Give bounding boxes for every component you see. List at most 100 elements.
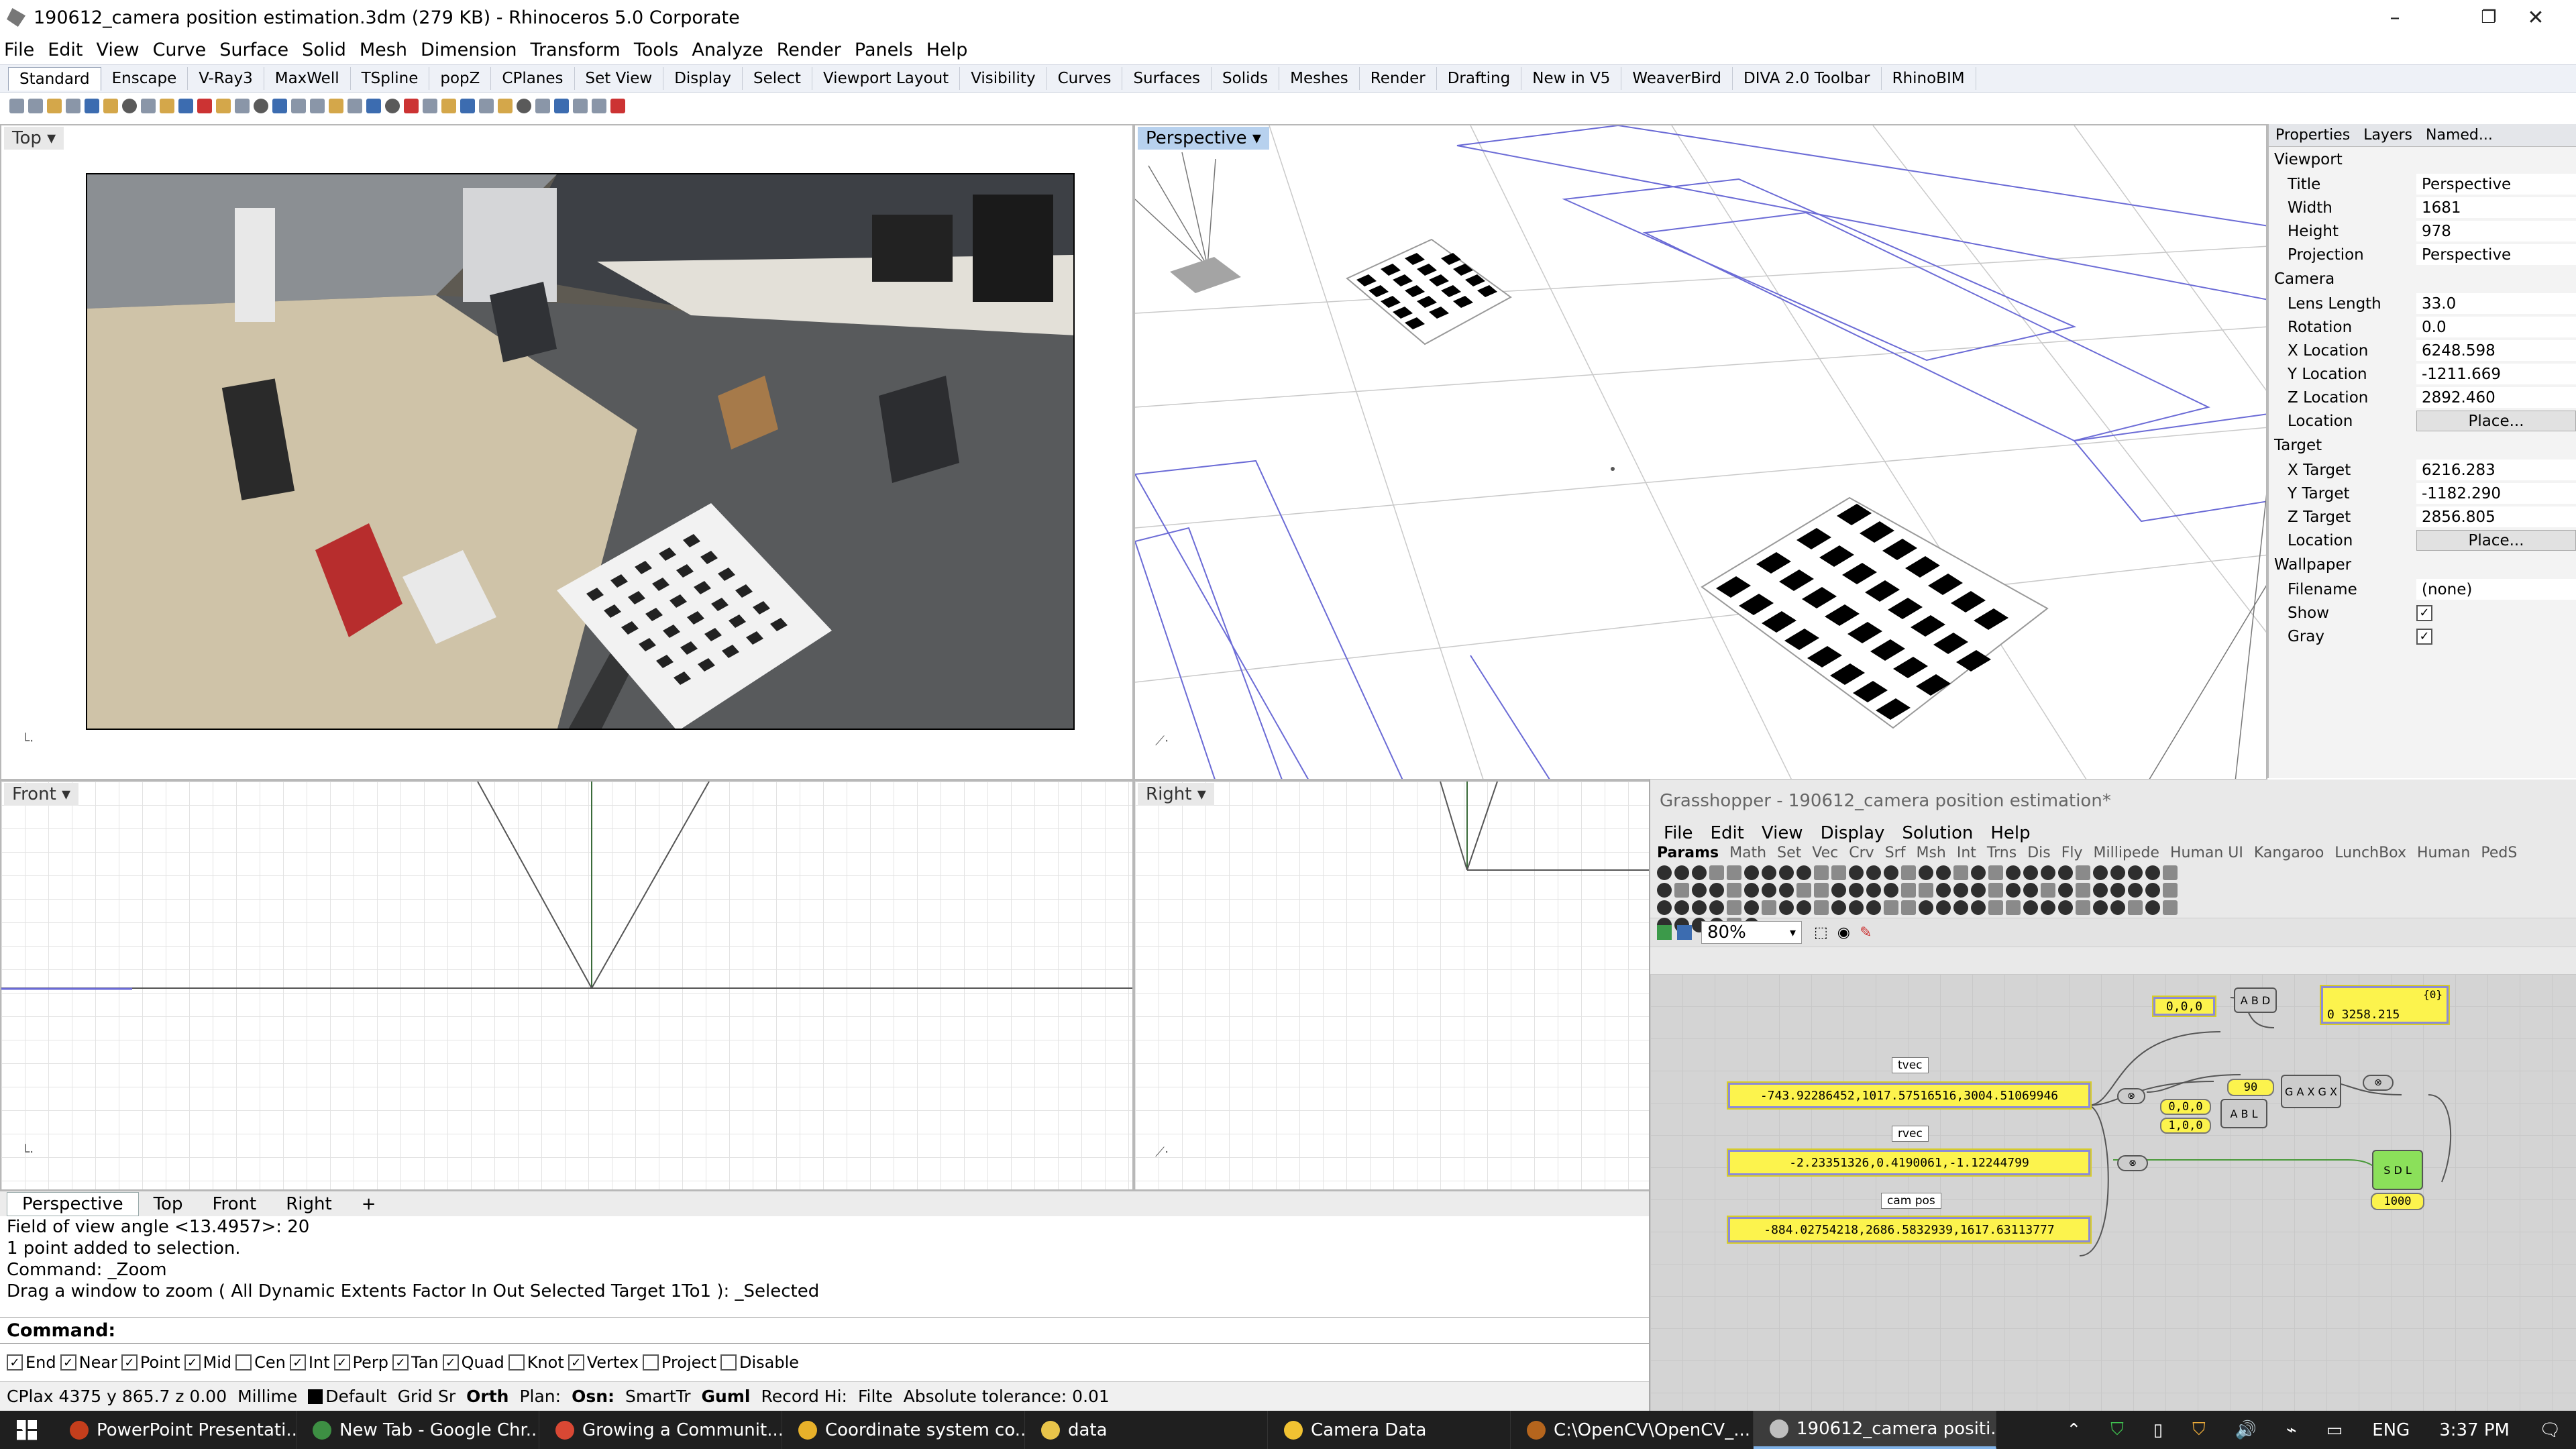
network-icon[interactable]: ⌁ bbox=[2286, 1420, 2297, 1440]
light-icon[interactable] bbox=[554, 99, 569, 113]
cut-icon[interactable] bbox=[103, 99, 118, 113]
gh-component-icon[interactable] bbox=[1901, 865, 1916, 880]
gh-component-icon[interactable] bbox=[2006, 865, 2021, 880]
minimize-button[interactable]: – bbox=[2348, 0, 2442, 35]
gh-component-icon[interactable] bbox=[2163, 900, 2178, 915]
osnap-int[interactable]: ✓ Int bbox=[289, 1353, 330, 1372]
camera-place-button[interactable]: Place... bbox=[2416, 411, 2576, 431]
point-000-panel[interactable]: 0,0,0 bbox=[2160, 1099, 2211, 1115]
gh-component-icon[interactable] bbox=[1849, 883, 1864, 898]
taskbar-item[interactable]: Coordinate system co... bbox=[782, 1411, 1025, 1449]
x-location-input[interactable]: 6248.598 bbox=[2416, 340, 2576, 361]
checkbox-icon[interactable] bbox=[642, 1354, 659, 1371]
gh-menu-solution[interactable]: Solution bbox=[1902, 823, 1973, 843]
front-viewport[interactable]: Front ▾ └⋅ bbox=[0, 780, 1134, 1191]
gh-component-icon[interactable] bbox=[1936, 865, 1951, 880]
gh-component-icon[interactable] bbox=[1779, 883, 1794, 898]
gh-tab-human-ui[interactable]: Human UI bbox=[2170, 845, 2243, 861]
wallpaper-filename-input[interactable]: (none) bbox=[2416, 579, 2576, 600]
checkbox-icon[interactable] bbox=[235, 1354, 252, 1371]
gh-component-icon[interactable] bbox=[1814, 900, 1829, 915]
osnap-perp[interactable]: ✓ Perp bbox=[333, 1353, 388, 1372]
tab-cplanes[interactable]: CPlanes bbox=[491, 67, 575, 90]
tab-properties[interactable]: Properties bbox=[2269, 127, 2357, 144]
gh-menu-help[interactable]: Help bbox=[1990, 823, 2030, 843]
perspective-viewport-label[interactable]: Perspective ▾ bbox=[1138, 127, 1269, 150]
tab-meshes[interactable]: Meshes bbox=[1279, 67, 1360, 90]
y-target-input[interactable]: -1182.290 bbox=[2416, 483, 2576, 504]
prop-title-value[interactable]: Perspective bbox=[2416, 174, 2576, 195]
gh-component-icon[interactable] bbox=[1936, 900, 1951, 915]
viewtab-perspective[interactable]: Perspective bbox=[7, 1191, 139, 1216]
gh-component-icon[interactable] bbox=[1988, 900, 2003, 915]
import-icon[interactable] bbox=[85, 99, 99, 113]
line-sdl-component[interactable]: S D L bbox=[2372, 1150, 2423, 1190]
osnap-point[interactable]: ✓ Point bbox=[121, 1353, 180, 1372]
tab-select[interactable]: Select bbox=[743, 67, 812, 90]
gh-component-icon[interactable] bbox=[2041, 865, 2055, 880]
zoom-window-icon[interactable] bbox=[235, 99, 250, 113]
rotation-input[interactable]: 0.0 bbox=[2416, 317, 2576, 337]
gh-component-icon[interactable] bbox=[1971, 900, 1986, 915]
taskbar-item[interactable]: PowerPoint Presentati... bbox=[54, 1411, 297, 1449]
angle-slider[interactable]: 90 bbox=[2227, 1079, 2274, 1096]
tab-maxwell[interactable]: MaxWell bbox=[264, 67, 351, 90]
gh-component-icon[interactable] bbox=[2006, 900, 2021, 915]
gh-component-icon[interactable] bbox=[2058, 883, 2073, 898]
gh-tab-millipede[interactable]: Millipede bbox=[2094, 845, 2159, 861]
gh-component-icon[interactable] bbox=[2145, 865, 2160, 880]
gh-component-icon[interactable] bbox=[1919, 865, 1933, 880]
gh-component-icon[interactable] bbox=[2128, 865, 2143, 880]
gh-component-icon[interactable] bbox=[2145, 883, 2160, 898]
taskbar-item[interactable]: data bbox=[1025, 1411, 1268, 1449]
gh-component-icon[interactable] bbox=[1831, 883, 1846, 898]
gh-tab-fly[interactable]: Fly bbox=[2061, 845, 2083, 861]
gh-component-icon[interactable] bbox=[1988, 865, 2003, 880]
gh-component-icon[interactable] bbox=[1901, 883, 1916, 898]
tab-set-view[interactable]: Set View bbox=[575, 67, 664, 90]
ortho-toggle[interactable]: Orth bbox=[466, 1387, 508, 1406]
point-100-panel[interactable]: 1,0,0 bbox=[2160, 1118, 2211, 1134]
gh-component-icon[interactable] bbox=[1709, 865, 1724, 880]
checkbox-icon[interactable]: ✓ bbox=[568, 1354, 584, 1371]
osnap-near[interactable]: ✓ Near bbox=[60, 1353, 117, 1372]
chevron-down-icon[interactable]: ▾ bbox=[62, 784, 70, 804]
checkbox-icon[interactable] bbox=[508, 1354, 525, 1371]
gh-component-icon[interactable] bbox=[1919, 900, 1933, 915]
tab-rhinobim[interactable]: RhinoBIM bbox=[1882, 67, 1976, 90]
clock[interactable]: 3:37 PM bbox=[2439, 1420, 2510, 1440]
menu-analyze[interactable]: Analyze bbox=[692, 40, 763, 60]
tab-enscape[interactable]: Enscape bbox=[101, 67, 189, 90]
gh-component-icon[interactable] bbox=[1744, 865, 1759, 880]
gh-component-icon[interactable] bbox=[1849, 865, 1864, 880]
tab-new-in-v5[interactable]: New in V5 bbox=[1521, 67, 1622, 90]
menu-tools[interactable]: Tools bbox=[634, 40, 679, 60]
zoom-icon[interactable] bbox=[216, 99, 231, 113]
chevron-down-icon[interactable]: ▾ bbox=[47, 128, 56, 148]
menu-curve[interactable]: Curve bbox=[153, 40, 207, 60]
right-viewport-label[interactable]: Right ▾ bbox=[1138, 783, 1214, 806]
tab-surfaces[interactable]: Surfaces bbox=[1122, 67, 1212, 90]
top-viewport-label[interactable]: Top ▾ bbox=[4, 127, 64, 150]
planar-toggle[interactable]: Plan: bbox=[519, 1387, 561, 1406]
taskbar-item[interactable]: Camera Data bbox=[1268, 1411, 1511, 1449]
render-sphere-icon[interactable] bbox=[498, 99, 513, 113]
osnap-mid[interactable]: ✓ Mid bbox=[184, 1353, 231, 1372]
select-all-icon[interactable] bbox=[366, 99, 381, 113]
gh-component-icon[interactable] bbox=[1762, 865, 1776, 880]
chevron-down-icon[interactable]: ▾ bbox=[1197, 784, 1206, 804]
four-viewports-icon[interactable] bbox=[310, 99, 325, 113]
checkbox-icon[interactable] bbox=[720, 1354, 737, 1371]
tab-named-views[interactable]: Named... bbox=[2419, 127, 2500, 144]
gh-component-icon[interactable] bbox=[1692, 883, 1707, 898]
gh-component-icon[interactable] bbox=[1988, 883, 2003, 898]
grasshopper-canvas[interactable]: 0,0,0 A B D {0} 0 3258.215 tvec -743.922… bbox=[1650, 974, 2576, 1411]
menu-transform[interactable]: Transform bbox=[531, 40, 621, 60]
menu-mesh[interactable]: Mesh bbox=[360, 40, 407, 60]
set-view-icon[interactable] bbox=[347, 99, 362, 113]
gh-component-icon[interactable] bbox=[2023, 900, 2038, 915]
security-shield-icon[interactable]: ⛉ bbox=[2110, 1419, 2124, 1440]
osnap-project[interactable]: Project bbox=[642, 1353, 716, 1372]
projection-dropdown[interactable]: Perspective bbox=[2416, 244, 2576, 265]
gh-component-icon[interactable] bbox=[1762, 900, 1776, 915]
